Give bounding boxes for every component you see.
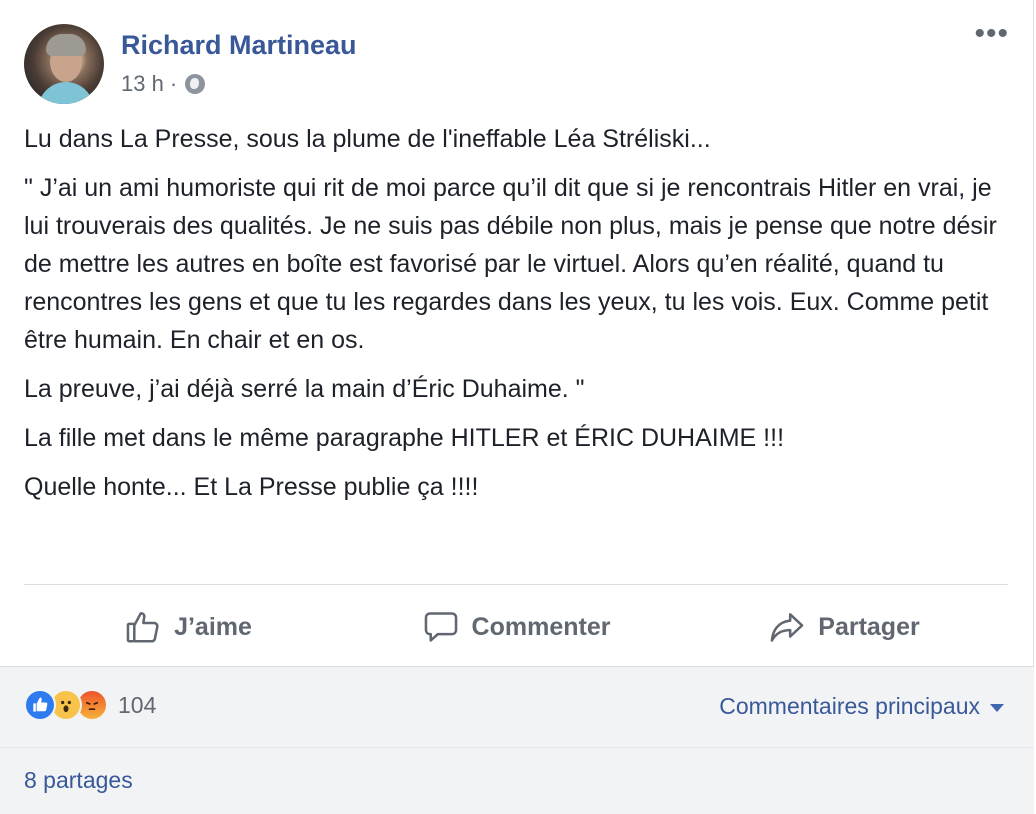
share-button[interactable]: Partager (680, 594, 1008, 660)
footer-divider (0, 747, 1034, 748)
post-paragraph: La preuve, j’ai déjà serré la main d’Éri… (24, 375, 585, 403)
globe-icon[interactable] (185, 74, 206, 94)
comment-icon (424, 612, 457, 642)
like-button[interactable]: J’aime (24, 594, 352, 660)
actions-divider (24, 584, 1008, 585)
post-text: Lu dans La Presse, sous la plume de l'in… (24, 120, 1014, 517)
post-timestamp[interactable]: 13 h (121, 71, 164, 97)
post-meta: 13 h · (121, 71, 206, 97)
action-bar: J’aime Commenter Partager (24, 594, 1008, 660)
like-label: J’aime (174, 612, 252, 641)
sort-label: Commentaires principaux (719, 693, 980, 719)
meta-separator: · (169, 71, 178, 96)
share-label: Partager (818, 612, 920, 641)
post-card: Richard Martineau 13 h · ••• Lu dans La … (0, 0, 1034, 814)
post-paragraph: Lu dans La Presse, sous la plume de l'in… (24, 125, 711, 153)
post-paragraph: Quelle honte... Et La Presse publie ça !… (24, 473, 479, 501)
comment-label: Commenter (471, 612, 611, 641)
more-icon[interactable]: ••• (974, 19, 1009, 49)
author-avatar[interactable] (24, 24, 104, 104)
share-count[interactable]: 8 partages (24, 767, 133, 794)
post-footer: 104 Commentaires principaux 8 partages (0, 666, 1034, 814)
comment-sort-dropdown[interactable]: Commentaires principaux (719, 693, 1004, 720)
author-name[interactable]: Richard Martineau (121, 30, 357, 61)
share-icon (770, 613, 804, 642)
chevron-down-icon (990, 703, 1004, 712)
avatar-hair (46, 34, 86, 56)
reactions-summary[interactable]: 104 (24, 689, 156, 721)
thumbs-up-icon (126, 612, 159, 643)
avatar-shirt (38, 82, 94, 104)
reaction-count: 104 (118, 691, 157, 718)
comment-button[interactable]: Commenter (352, 594, 680, 660)
like-icon (24, 689, 56, 721)
post-paragraph: " J’ai un ami humoriste qui rit de moi p… (24, 174, 997, 354)
post-paragraph: La fille met dans le même paragraphe HIT… (24, 424, 785, 452)
